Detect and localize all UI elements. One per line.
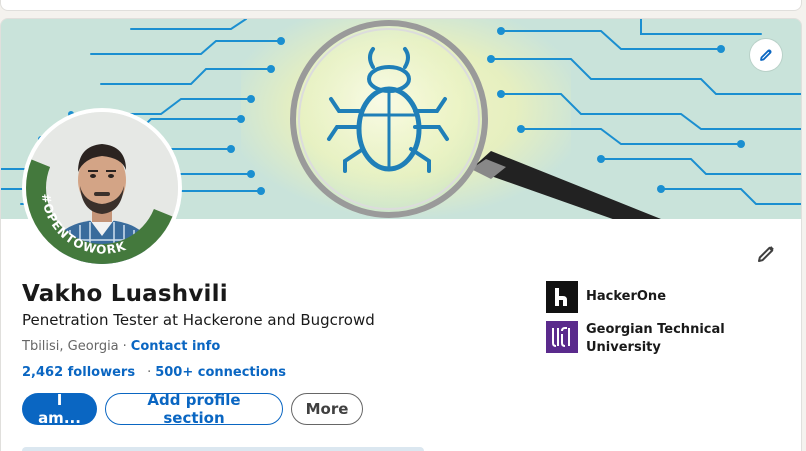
profile-card: #OPENTOWORK Vakho Luashvili Penetration … <box>0 18 802 451</box>
profile-location: Tbilisi, Georgia <box>22 339 119 354</box>
profile-headline: Penetration Tester at Hackerone and Bugc… <box>22 311 375 329</box>
org-item-gtu[interactable]: Georgian Technical University <box>546 321 726 357</box>
location-row: Tbilisi, Georgia · Contact info <box>22 339 220 354</box>
open-to-work-card-edge <box>22 447 424 451</box>
open-to-button[interactable]: I am... <box>22 391 97 427</box>
followers-link[interactable]: 2,462 followers <box>22 365 135 380</box>
gtu-logo-icon <box>546 321 578 353</box>
contact-info-link[interactable]: Contact info <box>131 339 220 354</box>
pencil-icon <box>760 49 772 61</box>
edit-intro-button[interactable] <box>751 239 781 269</box>
avatar-portrait: #OPENTOWORK <box>26 112 178 264</box>
profile-actions: I am... Add profile section More <box>22 391 363 427</box>
org-name: Georgian Technical University <box>586 322 725 355</box>
connections-link[interactable]: 500+ connections <box>155 365 286 380</box>
separator-dot: · <box>147 365 152 380</box>
network-row: 2,462 followers · 500+ connections <box>22 365 286 380</box>
avatar: #OPENTOWORK <box>26 112 178 264</box>
edit-cover-button[interactable] <box>750 39 782 71</box>
previous-card-edge <box>0 0 802 11</box>
org-name: HackerOne <box>586 289 667 304</box>
profile-photo[interactable]: #OPENTOWORK <box>22 108 182 268</box>
add-profile-section-button[interactable]: Add profile section <box>105 391 283 427</box>
hackerone-logo-icon <box>546 281 578 313</box>
profile-name: Vakho Luashvili <box>22 281 228 307</box>
separator-dot: · <box>122 339 127 354</box>
organizations-list: HackerOne Georgian Technical University <box>546 281 726 365</box>
more-button[interactable]: More <box>291 393 363 425</box>
pencil-icon <box>758 246 774 262</box>
org-item-hackerone[interactable]: HackerOne <box>546 281 726 313</box>
